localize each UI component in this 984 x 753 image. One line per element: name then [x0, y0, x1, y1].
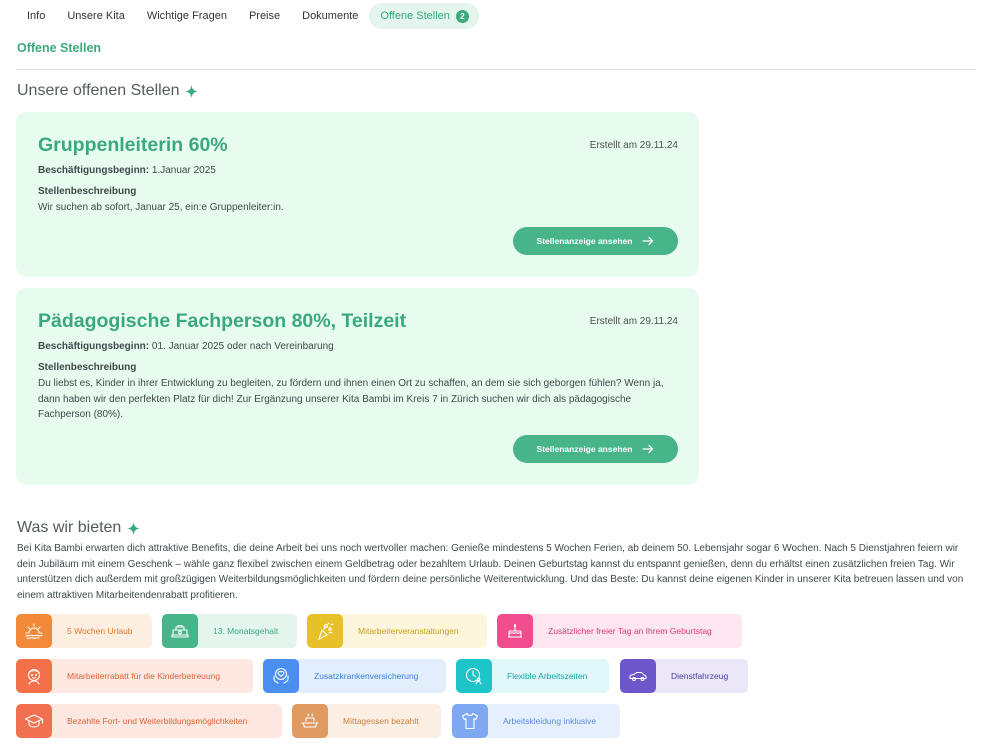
benefit-label: 13. Monatsgehalt	[213, 626, 279, 636]
job-created-date: Erstellt am 29.11.24	[589, 140, 678, 151]
benefit-icon-box	[456, 659, 492, 693]
party-icon	[318, 622, 334, 641]
job-card: Pädagogische Fachperson 80%, Teilzeit Er…	[16, 288, 699, 485]
benefit-chip: Flexible Arbeitszeiten	[456, 659, 609, 693]
job-desc-label: Stellenbeschreibung	[38, 186, 137, 197]
benefit-label: Flexible Arbeitszeiten	[507, 671, 588, 681]
benefit-icon-box	[263, 659, 299, 693]
tab-count-badge: 2	[455, 9, 469, 23]
view-job-button[interactable]: Stellenanzeige ansehen	[513, 227, 678, 255]
benefit-label: Arbeitskleidung inklusive	[503, 716, 597, 726]
job-start-value: 01. Januar 2025 oder nach Vereinbarung	[149, 341, 334, 352]
benefit-icon-box	[292, 704, 328, 738]
benefit-chip: Zusatzkrankenversicherung	[263, 659, 446, 693]
jobs-heading: Unsere offenen Stellen	[17, 82, 199, 100]
job-card: Gruppenleiterin 60% Erstellt am 29.11.24…	[16, 112, 699, 277]
benefit-icon-box	[452, 704, 488, 738]
benefit-label: Dienstfahrzeug	[671, 671, 729, 681]
benefit-chip: Mitarbeiterrabatt für die Kinderbetreuun…	[16, 659, 253, 693]
benefit-icon-box	[497, 614, 533, 648]
tab-info[interactable]: Info	[16, 3, 56, 29]
benefits-heading: Was wir bieten	[17, 519, 141, 537]
benefit-label: Mittagessen bezahlt	[343, 716, 419, 726]
tab-dokumente[interactable]: Dokumente	[291, 3, 369, 29]
job-start-label: Beschäftigungsbeginn:	[38, 165, 150, 176]
benefit-icon-box	[620, 659, 656, 693]
benefit-chip: Bezahlte Fort- und Weiterbildungsmöglich…	[16, 704, 282, 738]
job-description: Du liebst es, Kinder in ihrer Entwicklun…	[38, 378, 664, 421]
cake-icon	[508, 623, 522, 638]
job-title: Pädagogische Fachperson 80%, Teilzeit	[38, 310, 407, 332]
benefit-icon-box	[16, 614, 52, 648]
view-job-button-label: Stellenanzeige ansehen	[536, 444, 633, 454]
money-stack-icon	[171, 624, 189, 638]
benefit-chip: Mitarbeiterveranstaltungen	[307, 614, 487, 648]
benefits-heading-text: Was wir bieten	[17, 519, 122, 536]
job-description: Wir suchen ab sofort, Januar 25, ein:e G…	[38, 202, 284, 213]
job-start: Beschäftigungsbeginn: 01. Januar 2025 od…	[38, 341, 334, 352]
benefit-chip: 5 Wochen Urlaub	[16, 614, 152, 648]
graduation-cap-icon	[24, 714, 44, 728]
tab-wichtige-fragen[interactable]: Wichtige Fragen	[136, 3, 238, 29]
benefit-icon-box	[16, 704, 52, 738]
shirt-icon	[461, 712, 479, 730]
sun-beach-icon	[25, 623, 43, 639]
tab-preise[interactable]: Preise	[238, 3, 291, 29]
benefit-label: Mitarbeiterveranstaltungen	[358, 626, 459, 636]
tab-bar: Info Unsere Kita Wichtige Fragen Preise …	[16, 3, 479, 29]
lunch-icon	[301, 713, 319, 728]
benefit-chip: Mittagessen bezahlt	[292, 704, 441, 738]
sparkle-icon	[185, 84, 199, 98]
sparkle-icon	[127, 521, 141, 535]
benefit-icon-box	[162, 614, 198, 648]
divider	[16, 69, 976, 70]
jobs-heading-text: Unsere offenen Stellen	[17, 82, 180, 99]
benefits-description: Bei Kita Bambi erwarten dich attraktive …	[17, 543, 964, 601]
view-job-button[interactable]: Stellenanzeige ansehen	[513, 435, 678, 463]
benefit-chip: 13. Monatsgehalt	[162, 614, 297, 648]
job-start: Beschäftigungsbeginn: 1.Januar 2025	[38, 165, 216, 176]
arrow-right-icon	[642, 236, 654, 246]
tab-offene-stellen-label: Offene Stellen	[380, 10, 450, 22]
tab-offene-stellen[interactable]: Offene Stellen 2	[369, 3, 479, 29]
benefit-icon-box	[16, 659, 52, 693]
benefit-chip: Arbeitskleidung inklusive	[452, 704, 620, 738]
arrow-right-icon	[642, 444, 654, 454]
section-title: Offene Stellen	[17, 41, 102, 55]
benefit-label: 5 Wochen Urlaub	[67, 626, 133, 636]
view-job-button-label: Stellenanzeige ansehen	[536, 236, 633, 246]
benefit-chip: Zusätzlicher freier Tag an Ihrem Geburts…	[497, 614, 742, 648]
clock-person-icon	[465, 667, 482, 685]
benefit-chip: Dienstfahrzeug	[620, 659, 748, 693]
job-title: Gruppenleiterin 60%	[38, 134, 228, 156]
care-hands-icon	[273, 667, 289, 684]
benefit-label: Zusatzkrankenversicherung	[314, 671, 419, 681]
tab-unsere-kita[interactable]: Unsere Kita	[56, 3, 135, 29]
benefit-label: Zusätzlicher freier Tag an Ihrem Geburts…	[548, 626, 712, 636]
benefit-label: Mitarbeiterrabatt für die Kinderbetreuun…	[67, 671, 221, 681]
benefit-icon-box	[307, 614, 343, 648]
job-desc-label: Stellenbeschreibung	[38, 362, 137, 373]
job-start-label: Beschäftigungsbeginn:	[38, 341, 150, 352]
benefit-label: Bezahlte Fort- und Weiterbildungsmöglich…	[67, 716, 248, 726]
job-created-date: Erstellt am 29.11.24	[589, 316, 678, 327]
car-icon	[629, 671, 647, 682]
child-face-icon	[27, 668, 41, 685]
job-start-value: 1.Januar 2025	[149, 165, 216, 176]
